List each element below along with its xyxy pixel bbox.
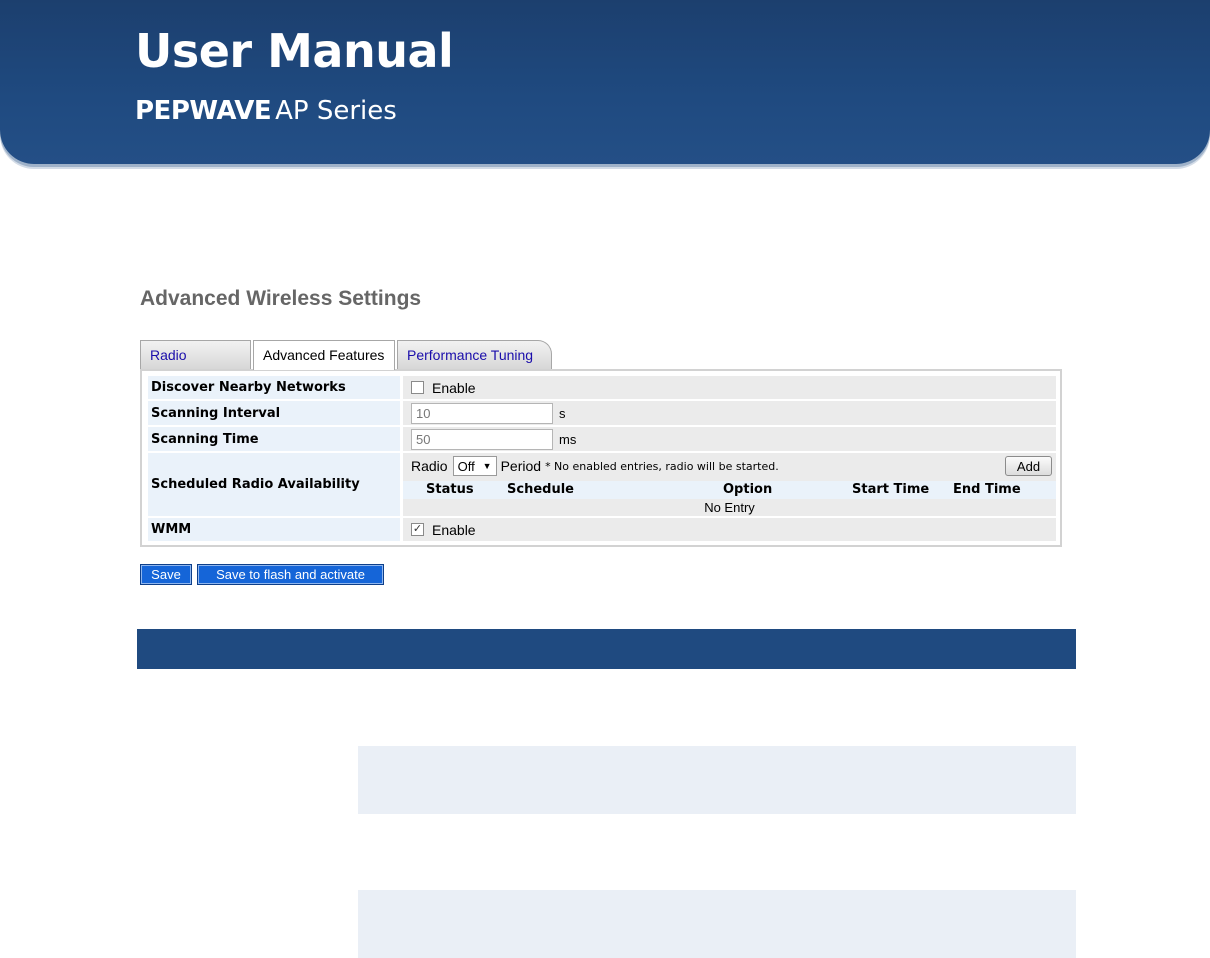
scan-interval-value: 10 s — [403, 401, 1056, 425]
discover-label: Discover Nearby Networks — [148, 376, 400, 399]
tab-radio-settings[interactable]: Radio Settings — [140, 340, 251, 392]
row-scanning-interval: Scanning Interval 10 s — [148, 401, 1056, 425]
row-wmm: WMM ✓ Enable — [148, 518, 1056, 541]
discover-enable-checkbox[interactable] — [411, 381, 424, 394]
row-scanning-time: Scanning Time 50 ms — [148, 427, 1056, 451]
manual-title: User Manual — [135, 24, 454, 78]
col-start-time: Start Time — [852, 482, 930, 497]
schedule-label: Scheduled Radio Availability — [148, 453, 400, 516]
row-discover-nearby: Discover Nearby Networks Enable — [148, 376, 1056, 399]
row-scheduled-radio: Scheduled Radio Availability Radio Off ▼ … — [148, 453, 1056, 516]
col-status: Status — [426, 482, 474, 497]
product-series: PEPWAVE AP Series — [135, 96, 397, 126]
period-label: Period — [500, 458, 542, 474]
advanced-features-panel: Discover Nearby Networks Enable Scanning… — [140, 369, 1062, 547]
series-name: AP Series — [275, 96, 397, 126]
schedule-note: * No enabled entries, radio will be star… — [545, 459, 779, 473]
header-banner: User Manual PEPWAVE AP Series — [0, 0, 1210, 164]
brand-name: PEPWAVE — [135, 96, 272, 126]
col-schedule: Schedule — [507, 482, 574, 497]
chevron-down-icon: ▼ — [482, 461, 492, 471]
tab-performance-tuning[interactable]: Performance Tuning — [397, 340, 552, 369]
table-header-bar — [137, 629, 1076, 669]
save-button[interactable]: Save — [140, 564, 192, 585]
wmm-value: ✓ Enable — [403, 518, 1056, 541]
radio-select-value: Off — [457, 458, 475, 474]
tab-advanced-features[interactable]: Advanced Features — [253, 340, 395, 370]
schedule-controls: Radio Off ▼ Period * No enabled entries, … — [403, 456, 1056, 476]
scan-interval-input[interactable]: 10 — [411, 402, 553, 424]
wmm-label: WMM — [148, 518, 400, 541]
radio-select[interactable]: Off ▼ — [452, 456, 497, 476]
scan-interval-unit: s — [559, 405, 566, 421]
discover-value: Enable — [403, 376, 1056, 399]
scan-time-value: 50 ms — [403, 427, 1056, 451]
table-cell-block — [358, 890, 1076, 958]
discover-enable-label: Enable — [432, 379, 476, 396]
scan-interval-label: Scanning Interval — [148, 401, 400, 425]
schedule-value: Radio Off ▼ Period * No enabled entries, … — [403, 453, 1056, 516]
schedule-table-header: Status Schedule Option Start Time End Ti… — [403, 481, 1056, 499]
add-schedule-button[interactable]: Add — [1005, 456, 1052, 476]
scan-time-label: Scanning Time — [148, 427, 400, 451]
wmm-enable-checkbox[interactable]: ✓ — [411, 523, 424, 536]
table-cell-block — [358, 746, 1076, 814]
page-title: Advanced Wireless Settings — [140, 287, 422, 310]
scan-time-input[interactable]: 50 — [411, 428, 553, 450]
checkmark-icon: ✓ — [412, 523, 423, 535]
scan-time-unit: ms — [559, 431, 577, 447]
radio-label: Radio — [411, 458, 448, 474]
schedule-empty-row: No Entry — [403, 499, 1056, 516]
col-end-time: End Time — [953, 482, 1021, 497]
save-flash-activate-button[interactable]: Save to flash and activate — [197, 564, 384, 585]
col-option: Option — [723, 482, 773, 497]
wmm-enable-label: Enable — [432, 521, 476, 538]
